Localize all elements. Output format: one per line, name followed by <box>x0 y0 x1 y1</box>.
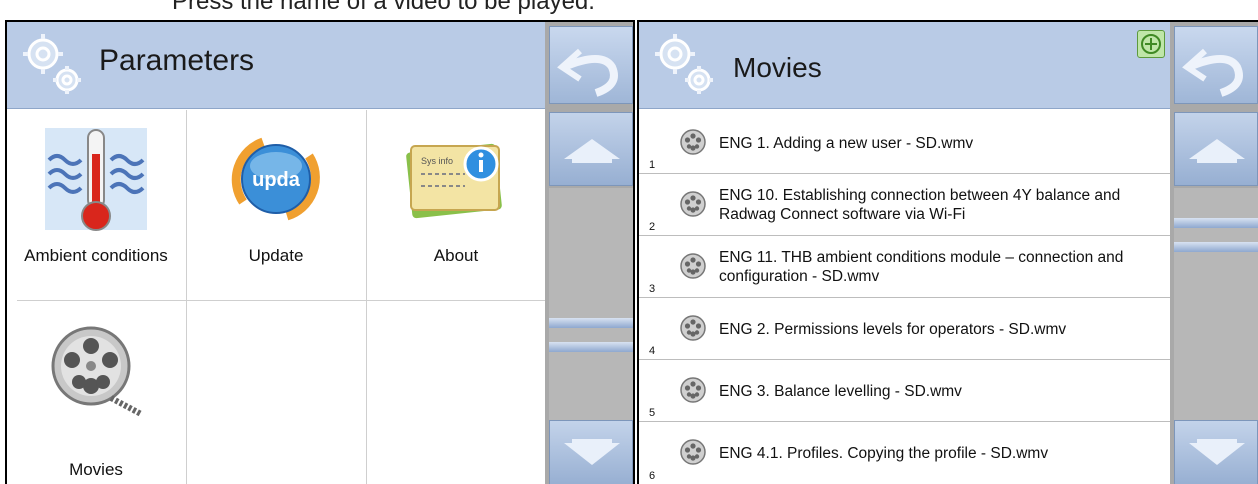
ambient-conditions-button[interactable]: Ambient conditions <box>7 110 185 300</box>
scroll-thumb[interactable] <box>1174 218 1258 228</box>
film-reel-icon <box>680 439 706 465</box>
movie-item[interactable]: ENG 3. Balance levelling - SD.wmv 5 <box>639 360 1170 422</box>
grid-divider <box>186 110 187 484</box>
scroll-thumb[interactable] <box>549 342 633 352</box>
arrow-down-icon <box>564 439 620 465</box>
back-button[interactable] <box>549 26 633 104</box>
scroll-thumb[interactable] <box>1174 242 1258 252</box>
movies-header: Movies <box>639 22 1170 109</box>
movies-button[interactable]: Movies <box>7 302 185 484</box>
ambient-conditions-label: Ambient conditions <box>24 246 168 265</box>
movie-title: ENG 4.1. Profiles. Copying the profile -… <box>719 444 1049 462</box>
movie-title: ENG 11. THB ambient conditions module – … <box>719 249 1124 285</box>
movie-item[interactable]: ENG 2. Permissions levels for operators … <box>639 298 1170 360</box>
movies-screen: Movies ENG 1. Adding a new user - SD.wmv… <box>637 20 1258 484</box>
row-number: 1 <box>649 159 656 171</box>
scroll-track[interactable] <box>549 188 633 420</box>
scroll-down-button[interactable] <box>549 420 633 484</box>
movies-label: Movies <box>69 460 123 479</box>
update-icon: upda <box>231 137 320 221</box>
film-reel-icon <box>51 326 143 417</box>
about-button[interactable]: Sys info About <box>367 110 545 300</box>
update-button[interactable]: upda Update <box>187 110 365 300</box>
film-reel-icon <box>680 377 706 403</box>
page-title: Movies <box>733 52 822 83</box>
update-icon-text: upda <box>252 169 301 191</box>
grid-divider <box>17 300 545 301</box>
sysinfo-text: Sys info <box>421 156 453 166</box>
film-reel-icon <box>680 315 706 341</box>
row-number: 3 <box>649 283 656 295</box>
movie-item[interactable]: ENG 10. Establishing connection between … <box>639 174 1170 236</box>
arrow-up-icon <box>564 139 620 163</box>
parameters-screen: Parameters Ambient conditions upda Updat… <box>5 20 635 484</box>
movie-title: ENG 3. Balance levelling - SD.wmv <box>719 382 962 400</box>
movie-title: ENG 2. Permissions levels for operators … <box>719 320 1067 338</box>
back-button[interactable] <box>1174 26 1258 104</box>
arrow-up-icon <box>1189 139 1245 163</box>
scroll-thumb[interactable] <box>549 318 633 328</box>
scroll-up-button[interactable] <box>1174 112 1258 186</box>
undo-arrow-icon <box>1182 48 1243 97</box>
row-number: 5 <box>649 407 656 419</box>
row-number: 2 <box>649 221 656 233</box>
movie-title: ENG 1. Adding a new user - SD.wmv <box>719 134 974 152</box>
movie-title: ENG 10. Establishing connection between … <box>719 187 1121 223</box>
grid-divider <box>366 110 367 484</box>
row-number: 6 <box>649 470 656 482</box>
film-reel-icon <box>680 191 706 217</box>
scroll-sidebar <box>545 22 633 484</box>
gears-icon <box>23 34 81 94</box>
movie-item[interactable]: ENG 1. Adding a new user - SD.wmv 1 <box>639 112 1170 174</box>
gears-icon <box>655 34 713 94</box>
movie-item[interactable]: ENG 11. THB ambient conditions module – … <box>639 236 1170 298</box>
page-title: Parameters <box>99 44 255 77</box>
about-icon: Sys info <box>406 143 502 219</box>
film-reel-icon <box>680 253 706 279</box>
undo-arrow-icon <box>557 48 618 97</box>
scroll-sidebar <box>1170 22 1258 484</box>
plus-icon <box>1141 34 1161 54</box>
update-label: Update <box>248 246 304 265</box>
film-reel-icon <box>680 129 706 155</box>
scroll-down-button[interactable] <box>1174 420 1258 484</box>
row-number: 4 <box>649 345 656 357</box>
instruction-caption: Press the name of a video to be played. <box>172 0 595 15</box>
arrow-down-icon <box>1189 439 1245 465</box>
thermometer-icon <box>45 128 147 231</box>
scroll-up-button[interactable] <box>549 112 633 186</box>
about-label: About <box>433 246 479 265</box>
movie-item[interactable]: ENG 4.1. Profiles. Copying the profile -… <box>639 422 1170 484</box>
parameters-header: Parameters <box>7 22 545 109</box>
add-button[interactable] <box>1137 30 1165 58</box>
